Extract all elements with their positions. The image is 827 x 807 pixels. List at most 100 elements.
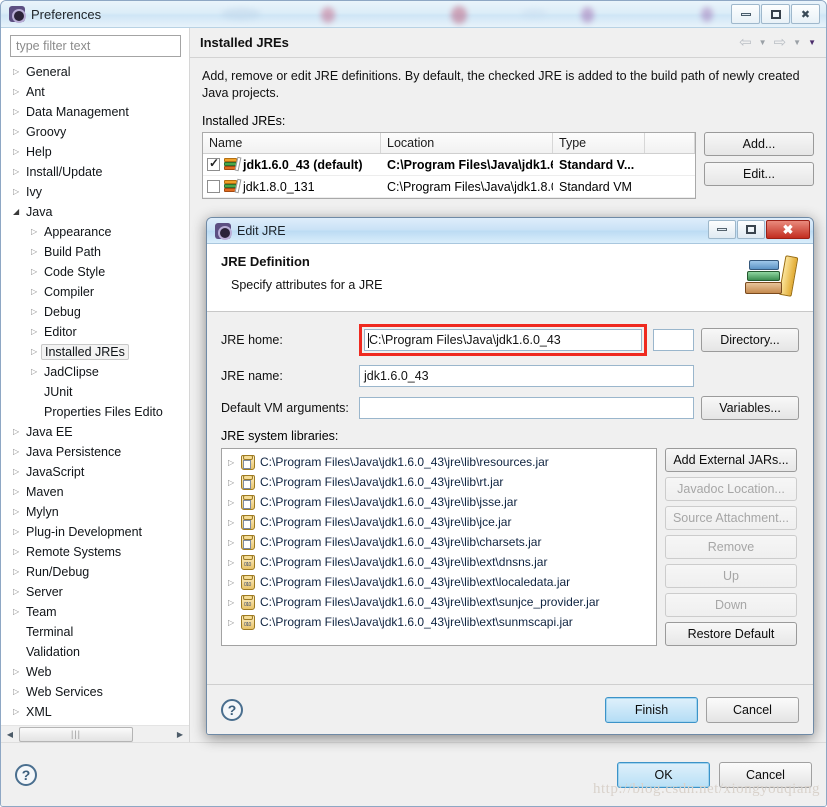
chevron-right-icon[interactable]: ▷ [13, 688, 26, 696]
chevron-right-icon[interactable]: ▷ [31, 268, 44, 276]
chevron-right-icon[interactable]: ▷ [13, 508, 26, 516]
dialog-close-button[interactable]: ✖ [766, 220, 810, 239]
chevron-right-icon[interactable]: ▷ [13, 548, 26, 556]
sidebar-horizontal-scrollbar[interactable]: ◀ ||| ▶ [1, 725, 189, 742]
jre-checkbox[interactable] [207, 180, 220, 193]
sidebar-item-install-update[interactable]: ▷ Install/Update [1, 162, 189, 182]
sidebar-item-team[interactable]: ▷ Team [1, 602, 189, 622]
sidebar-item-junit[interactable]: JUnit [1, 382, 189, 402]
column-header-name[interactable]: Name [203, 133, 381, 153]
restore-default-button[interactable]: Restore Default [665, 622, 797, 646]
variables-button[interactable]: Variables... [701, 396, 799, 420]
filter-input[interactable]: type filter text [10, 35, 181, 57]
table-row[interactable]: jdk1.6.0_43 (default) C:\Program Files\Ja… [203, 154, 695, 176]
chevron-right-icon[interactable]: ▷ [13, 708, 26, 716]
chevron-down-icon[interactable]: ◢ [13, 208, 26, 216]
chevron-right-icon[interactable]: ▷ [13, 88, 26, 96]
chevron-right-icon[interactable]: ▷ [228, 478, 241, 487]
chevron-right-icon[interactable]: ▷ [13, 168, 26, 176]
sidebar-item-mylyn[interactable]: ▷ Mylyn [1, 502, 189, 522]
forward-arrow-icon[interactable]: ⇨ [774, 35, 787, 50]
sidebar-item-maven[interactable]: ▷ Maven [1, 482, 189, 502]
chevron-right-icon[interactable]: ▷ [228, 558, 241, 567]
chevron-right-icon[interactable]: ▷ [13, 108, 26, 116]
chevron-right-icon[interactable]: ▷ [228, 458, 241, 467]
sidebar-item-java-ee[interactable]: ▷ Java EE [1, 422, 189, 442]
sidebar-item-installed-jres[interactable]: ▷ Installed JREs [1, 342, 189, 362]
scroll-left-icon[interactable]: ◀ [2, 727, 18, 742]
sidebar-item-code-style[interactable]: ▷ Code Style [1, 262, 189, 282]
chevron-right-icon[interactable]: ▷ [228, 538, 241, 547]
chevron-right-icon[interactable]: ▷ [31, 328, 44, 336]
chevron-right-icon[interactable]: ▷ [228, 598, 241, 607]
chevron-right-icon[interactable]: ▷ [228, 618, 241, 627]
forward-menu-chevron-down-icon[interactable]: ▼ [793, 38, 801, 47]
chevron-right-icon[interactable]: ▷ [13, 188, 26, 196]
sidebar-item-server[interactable]: ▷ Server [1, 582, 189, 602]
chevron-right-icon[interactable]: ▷ [13, 428, 26, 436]
table-row[interactable]: jdk1.8.0_131 C:\Program Files\Java\jdk1.8… [203, 176, 695, 198]
installed-jres-table[interactable]: Name Location Type jdk1.6.0_43 (default)… [202, 132, 696, 199]
library-list-item[interactable]: ▷ 010 C:\Program Files\Java\jdk1.6.0_43\jr… [222, 532, 656, 552]
sidebar-item-groovy[interactable]: ▷ Groovy [1, 122, 189, 142]
jre-checkbox[interactable] [207, 156, 220, 171]
sidebar-item-web-services[interactable]: ▷ Web Services [1, 682, 189, 702]
chevron-right-icon[interactable]: ▷ [13, 568, 26, 576]
sidebar-item-ivy[interactable]: ▷ Ivy [1, 182, 189, 202]
edit-jre-button[interactable]: Edit... [704, 162, 814, 186]
add-external-jars-button[interactable]: Add External JARs... [665, 448, 797, 472]
vm-arguments-input[interactable] [359, 397, 694, 419]
chevron-right-icon[interactable]: ▷ [13, 68, 26, 76]
jre-name-input[interactable]: jdk1.6.0_43 [359, 365, 694, 387]
sidebar-item-web[interactable]: ▷ Web [1, 662, 189, 682]
directory-button[interactable]: Directory... [701, 328, 799, 352]
sidebar-item-debug[interactable]: ▷ Debug [1, 302, 189, 322]
chevron-right-icon[interactable]: ▷ [31, 228, 44, 236]
library-list-item[interactable]: ▷ 010 C:\Program Files\Java\jdk1.6.0_43\jr… [222, 452, 656, 472]
jre-system-libraries-list[interactable]: ▷ 010 C:\Program Files\Java\jdk1.6.0_43\jr… [221, 448, 657, 646]
dialog-maximize-button[interactable] [737, 220, 765, 239]
scroll-right-icon[interactable]: ▶ [172, 727, 188, 742]
chevron-right-icon[interactable]: ▷ [13, 148, 26, 156]
chevron-right-icon[interactable]: ▷ [13, 528, 26, 536]
add-jre-button[interactable]: Add... [704, 132, 814, 156]
sidebar-item-java[interactable]: ◢ Java [1, 202, 189, 222]
sidebar-item-appearance[interactable]: ▷ Appearance [1, 222, 189, 242]
library-list-item[interactable]: ▷ 010 C:\Program Files\Java\jdk1.6.0_43\jr… [222, 572, 656, 592]
library-list-item[interactable]: ▷ 010 C:\Program Files\Java\jdk1.6.0_43\jr… [222, 492, 656, 512]
sidebar-item-xml[interactable]: ▷ XML [1, 702, 189, 722]
chevron-right-icon[interactable]: ▷ [31, 288, 44, 296]
sidebar-item-validation[interactable]: Validation [1, 642, 189, 662]
sidebar-item-jadclipse[interactable]: ▷ JadClipse [1, 362, 189, 382]
chevron-right-icon[interactable]: ▷ [228, 518, 241, 527]
dialog-minimize-button[interactable] [708, 220, 736, 239]
minimize-button[interactable] [731, 4, 760, 24]
library-list-item[interactable]: ▷ 010 C:\Program Files\Java\jdk1.6.0_43\jr… [222, 592, 656, 612]
sidebar-item-general[interactable]: ▷ General [1, 62, 189, 82]
chevron-right-icon[interactable]: ▷ [13, 668, 26, 676]
library-list-item[interactable]: ▷ 010 C:\Program Files\Java\jdk1.6.0_43\jr… [222, 612, 656, 632]
maximize-button[interactable] [761, 4, 790, 24]
chevron-right-icon[interactable]: ▷ [228, 498, 241, 507]
back-arrow-icon[interactable]: ⇦ [739, 35, 752, 50]
sidebar-item-compiler[interactable]: ▷ Compiler [1, 282, 189, 302]
jre-home-input-tail[interactable] [653, 329, 694, 351]
chevron-right-icon[interactable]: ▷ [31, 248, 44, 256]
column-header-location[interactable]: Location [381, 133, 553, 153]
dialog-help-icon[interactable]: ? [221, 698, 243, 721]
chevron-right-icon[interactable]: ▷ [228, 578, 241, 587]
library-list-item[interactable]: ▷ 010 C:\Program Files\Java\jdk1.6.0_43\jr… [222, 552, 656, 572]
sidebar-item-terminal[interactable]: Terminal [1, 622, 189, 642]
view-menu-icon[interactable]: ▼ [808, 38, 816, 47]
close-button[interactable]: ✖ [791, 4, 820, 24]
finish-button[interactable]: Finish [605, 696, 698, 723]
sidebar-item-ant[interactable]: ▷ Ant [1, 82, 189, 102]
chevron-right-icon[interactable]: ▷ [31, 368, 44, 376]
chevron-right-icon[interactable]: ▷ [13, 448, 26, 456]
sidebar-item-remote-systems[interactable]: ▷ Remote Systems [1, 542, 189, 562]
chevron-right-icon[interactable]: ▷ [31, 308, 44, 316]
column-header-type[interactable]: Type [553, 133, 645, 153]
chevron-right-icon[interactable]: ▷ [13, 588, 26, 596]
library-list-item[interactable]: ▷ 010 C:\Program Files\Java\jdk1.6.0_43\jr… [222, 472, 656, 492]
help-icon[interactable]: ? [15, 763, 37, 786]
